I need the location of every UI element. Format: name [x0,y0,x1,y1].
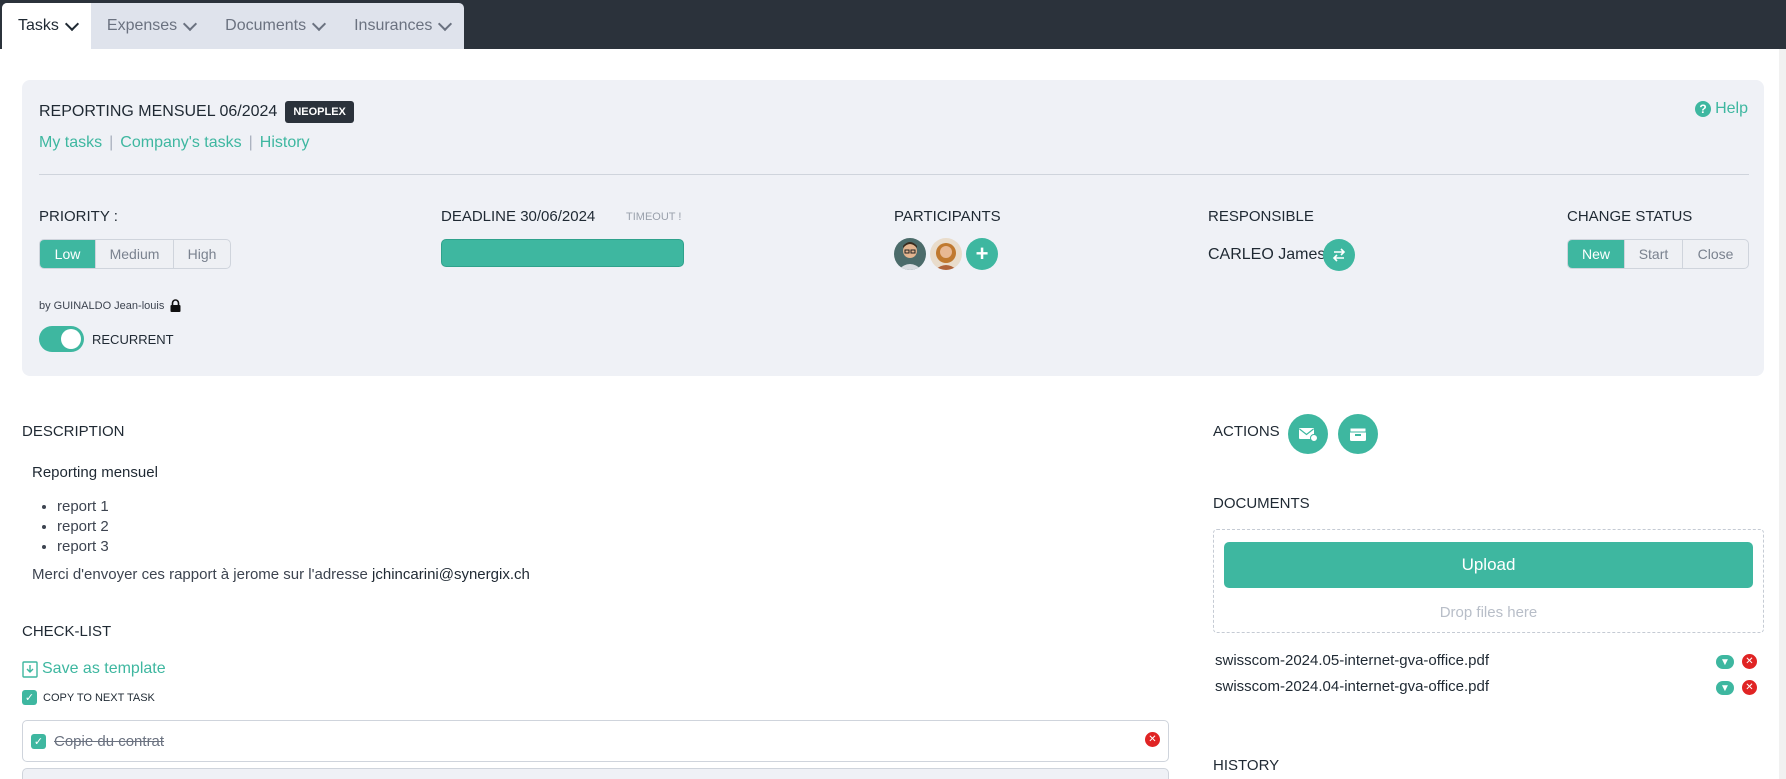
delete-document-button[interactable]: ✕ [1742,654,1757,669]
chevron-down-icon [64,16,79,31]
checklist-item: ✓ Copie du contrat ✕ [22,720,1169,762]
list-item: report 3 [57,537,109,557]
status-new-button[interactable]: New [1568,240,1625,268]
delete-item-button[interactable]: ✕ [1145,732,1160,747]
priority-selector: Low Medium High [39,239,231,269]
status-selector: New Start Close [1567,239,1749,269]
history-link[interactable]: History [260,134,310,152]
close-icon: ✕ [1148,734,1157,745]
responsible-label: RESPONSIBLE [1208,208,1314,225]
description-text: Merci d'envoyer ces rapport à jerome sur… [32,566,530,583]
recurrent-label: RECURRENT [92,332,174,347]
download-icon[interactable]: ▼ [1716,681,1734,695]
copy-next-checkbox[interactable]: ✓ [22,690,37,705]
company-badge: NEOPLEX [285,101,354,123]
tab-label: Expenses [106,17,178,34]
document-link[interactable]: swisscom-2024.05-internet-gva-office.pdf [1215,652,1489,669]
participant-avatar[interactable] [894,238,926,270]
task-title-row: REPORTING MENSUEL 06/2024 NEOPLEX [39,101,354,123]
upload-dropzone[interactable]: Upload Drop files here [1213,529,1764,633]
documents-heading: DOCUMENTS [1213,495,1310,512]
toggle-knob [61,329,81,349]
tab-expenses[interactable]: Expenses [91,3,209,49]
drop-files-hint: Drop files here [1439,604,1538,621]
created-by-text: by GUINALDO Jean-louis [39,299,165,312]
lock-icon [170,299,181,312]
description-heading: DESCRIPTION [22,423,125,440]
copy-to-next-task: ✓ COPY TO NEXT TASK [22,690,155,705]
timeout-status: TIMEOUT ! [626,211,682,223]
copy-next-label: COPY TO NEXT TASK [43,691,155,704]
priority-label: PRIORITY : [39,208,118,225]
task-header-panel: REPORTING MENSUEL 06/2024 NEOPLEX ? Help… [22,80,1764,376]
document-link[interactable]: swisscom-2024.04-internet-gva-office.pdf [1215,678,1489,695]
actions-heading: ACTIONS [1213,423,1280,440]
send-email-button[interactable] [1288,414,1328,454]
module-tabs: Tasks Expenses Documents Insurances [2,3,465,49]
checklist-heading: CHECK-LIST [22,623,112,640]
chevron-down-icon [438,16,453,31]
tab-label: Tasks [18,17,59,34]
help-link[interactable]: ? Help [1695,100,1748,118]
description-title: Reporting mensuel [32,464,158,481]
plus-icon: + [975,241,989,266]
list-item: report 2 [57,517,109,537]
change-status-label: CHANGE STATUS [1567,208,1693,225]
delete-document-button[interactable]: ✕ [1742,680,1757,695]
description-body: Merci d'envoyer ces rapport à jerome sur… [32,566,368,583]
tab-insurances[interactable]: Insurances [338,3,464,49]
tab-label: Documents [225,17,307,34]
tab-documents[interactable]: Documents [209,3,338,49]
tab-label: Insurances [354,17,433,34]
divider [39,174,1749,175]
top-nav-bar: Tasks Expenses Documents Insurances [0,0,1786,49]
help-label: Help [1715,100,1748,117]
link-separator: | [248,134,253,151]
swap-icon [1332,248,1346,262]
page-scrollbar[interactable] [1779,49,1786,779]
chevron-down-icon [312,16,327,31]
description-list: report 1 report 2 report 3 [57,497,109,557]
change-responsible-button[interactable] [1323,239,1355,271]
status-close-button[interactable]: Close [1683,240,1748,268]
save-template-icon [22,660,38,678]
checklist-item-checkbox[interactable]: ✓ [31,734,46,749]
priority-high-button[interactable]: High [174,240,230,268]
upload-button[interactable]: Upload [1224,542,1753,588]
mail-icon [1299,428,1318,442]
priority-low-button[interactable]: Low [40,240,96,268]
avatar-icon [894,238,926,270]
history-heading: HISTORY [1213,757,1280,774]
participant-avatar[interactable] [930,238,962,270]
task-title: REPORTING MENSUEL 06/2024 [39,103,278,120]
recurrent-toggle[interactable] [39,326,84,352]
deadline-label: DEADLINE 30/06/2024 [441,208,596,225]
participants-label: PARTICIPANTS [894,208,1001,225]
save-template-label: Save as template [42,660,166,677]
list-item: report 1 [57,497,109,517]
responsible-name: CARLEO James [1208,246,1326,263]
priority-medium-button[interactable]: Medium [96,240,174,268]
checklist-item-text: Copie du contrat [54,733,165,750]
my-tasks-link[interactable]: My tasks [39,134,102,152]
save-as-template-button[interactable]: Save as template [22,660,166,678]
download-icon[interactable]: ▼ [1716,655,1734,669]
archive-button[interactable] [1338,414,1378,454]
archive-icon [1349,427,1367,441]
avatar-icon [930,238,962,270]
chevron-down-icon [183,16,198,31]
status-start-button[interactable]: Start [1625,240,1683,268]
close-icon: ✕ [1745,656,1754,667]
email-address: jchincarini@synergix.ch [372,566,530,583]
question-icon: ? [1695,101,1712,117]
deadline-progress-bar [441,239,684,267]
checklist-item [22,768,1169,779]
created-by: by GUINALDO Jean-louis [39,299,181,312]
tab-tasks[interactable]: Tasks [2,3,91,49]
add-participant-button[interactable]: + [966,238,998,270]
task-links: My tasks | Company's tasks | History [39,134,310,152]
company-tasks-link[interactable]: Company's tasks [120,134,241,152]
close-icon: ✕ [1745,682,1754,693]
link-separator: | [109,134,114,151]
